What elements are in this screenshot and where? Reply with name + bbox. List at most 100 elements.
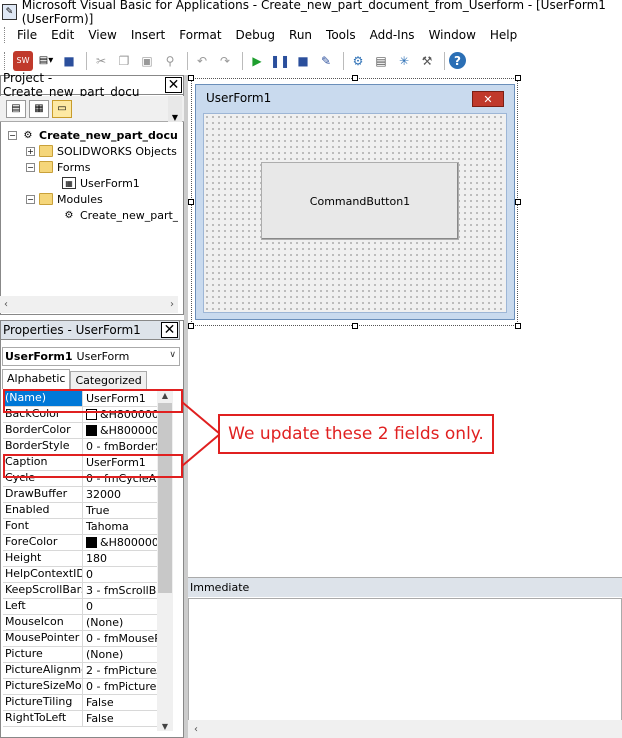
- menu-tools[interactable]: Tools: [326, 28, 356, 42]
- cut-icon[interactable]: ✂: [91, 51, 111, 71]
- userform-client-area[interactable]: CommandButton1: [203, 113, 507, 313]
- tree-node-module[interactable]: ⚙ Create_new_part_d: [62, 207, 178, 223]
- command-button[interactable]: CommandButton1: [261, 162, 459, 240]
- toggle-folders-icon[interactable]: ▭: [52, 99, 72, 118]
- property-value[interactable]: True: [83, 503, 157, 518]
- break-icon[interactable]: ❚❚: [270, 51, 290, 71]
- save-icon[interactable]: ■: [59, 51, 79, 71]
- reset-icon[interactable]: ■: [293, 51, 313, 71]
- property-value[interactable]: Tahoma: [83, 519, 157, 534]
- redo-icon[interactable]: ↷: [215, 51, 235, 71]
- property-row-picture[interactable]: Picture (None): [3, 647, 157, 663]
- property-value[interactable]: False: [83, 695, 157, 710]
- tree-node-userform1[interactable]: ▦ UserForm1: [62, 175, 140, 191]
- run-icon[interactable]: ▶: [247, 51, 267, 71]
- property-value[interactable]: 0 - fmBorderSt: [83, 439, 157, 454]
- tree-node-project[interactable]: − ⚙ Create_new_part_docu: [8, 127, 178, 143]
- property-row-font[interactable]: Font Tahoma: [3, 519, 157, 535]
- tree-node-modules[interactable]: − Modules: [26, 191, 103, 207]
- collapse-toggle[interactable]: −: [26, 194, 35, 204]
- close-project-explorer-button[interactable]: ✕: [165, 77, 182, 93]
- scrollbar-thumb[interactable]: [158, 403, 172, 593]
- collapse-toggle[interactable]: −: [8, 130, 17, 140]
- property-value[interactable]: 0: [83, 599, 157, 614]
- collapse-toggle[interactable]: −: [26, 162, 35, 172]
- userform-window[interactable]: UserForm1 ✕ CommandButton1: [195, 84, 515, 320]
- resize-handle[interactable]: [352, 323, 358, 329]
- resize-handle[interactable]: [188, 199, 194, 205]
- menu-run[interactable]: Run: [289, 28, 312, 42]
- scroll-down-arrow[interactable]: ▼: [157, 722, 173, 731]
- menu-insert[interactable]: Insert: [131, 28, 165, 42]
- toolbox-icon[interactable]: ⚒: [417, 51, 437, 71]
- menu-help[interactable]: Help: [490, 28, 517, 42]
- project-explorer-icon[interactable]: ⚙: [348, 51, 368, 71]
- menu-file[interactable]: File: [17, 28, 37, 42]
- help-icon[interactable]: ?: [449, 52, 466, 69]
- property-row-bordercolor[interactable]: BorderColor &H800000: [3, 423, 157, 439]
- menu-edit[interactable]: Edit: [51, 28, 74, 42]
- scroll-left-arrow[interactable]: ‹: [194, 724, 198, 735]
- property-value[interactable]: 180: [83, 551, 157, 566]
- menu-view[interactable]: View: [88, 28, 116, 42]
- object-selector[interactable]: UserForm1 UserForm ∨: [2, 347, 180, 366]
- property-row-drawbuffer[interactable]: DrawBuffer 32000: [3, 487, 157, 503]
- resize-handle[interactable]: [188, 75, 194, 81]
- property-value[interactable]: 2 - fmPictureAl: [83, 663, 157, 678]
- property-row-picturealignment[interactable]: PictureAlignmen2 - fmPictureAl: [3, 663, 157, 679]
- property-row-height[interactable]: Height 180: [3, 551, 157, 567]
- project-horizontal-scrollbar[interactable]: ‹ ›: [0, 296, 178, 313]
- property-value[interactable]: 0: [83, 567, 157, 582]
- menu-add-ins[interactable]: Add-Ins: [370, 28, 415, 42]
- property-row-forecolor[interactable]: ForeColor &H800000: [3, 535, 157, 551]
- menu-format[interactable]: Format: [179, 28, 221, 42]
- view-object-icon[interactable]: ▦: [29, 99, 49, 118]
- scroll-left-arrow[interactable]: ‹: [4, 299, 8, 310]
- paste-icon[interactable]: ▣: [137, 51, 157, 71]
- property-row-enabled[interactable]: Enabled True: [3, 503, 157, 519]
- properties-window-icon[interactable]: ▤: [371, 51, 391, 71]
- copy-icon[interactable]: ❐: [114, 51, 134, 71]
- property-value[interactable]: False: [83, 711, 157, 726]
- resize-handle[interactable]: [515, 75, 521, 81]
- undo-icon[interactable]: ↶: [192, 51, 212, 71]
- property-value[interactable]: 0 - fmMousePo: [83, 631, 157, 646]
- property-row-righttoleft[interactable]: RightToLeft False: [3, 711, 157, 727]
- property-row-borderstyle[interactable]: BorderStyle0 - fmBorderSt: [3, 439, 157, 455]
- expand-toggle[interactable]: +: [26, 146, 35, 156]
- design-mode-icon[interactable]: ✎: [316, 51, 336, 71]
- immediate-window[interactable]: [188, 598, 622, 738]
- property-value[interactable]: (None): [83, 647, 157, 662]
- property-row-left[interactable]: Left 0: [3, 599, 157, 615]
- resize-handle[interactable]: [515, 323, 521, 329]
- property-value[interactable]: &H800000: [83, 423, 157, 438]
- property-row-keepscrollbarsvisible[interactable]: KeepScrollBarsV3 - fmScrollBar: [3, 583, 157, 599]
- tab-categorized[interactable]: Categorized: [70, 371, 147, 389]
- property-value[interactable]: &H800000: [83, 535, 157, 550]
- solidworks-icon[interactable]: SW: [13, 50, 33, 71]
- property-row-mousepointer[interactable]: MousePointer0 - fmMousePo: [3, 631, 157, 647]
- close-icon[interactable]: ✕: [472, 91, 504, 107]
- project-scroll-arrow[interactable]: ▼: [168, 96, 182, 122]
- menu-window[interactable]: Window: [429, 28, 476, 42]
- tab-alphabetic[interactable]: Alphabetic: [2, 369, 71, 389]
- view-code-icon[interactable]: ▤: [6, 99, 26, 118]
- object-browser-icon[interactable]: ✳: [394, 51, 414, 71]
- property-value[interactable]: 0 - fmPictureSi: [83, 679, 157, 694]
- tree-node-forms[interactable]: − Forms: [26, 159, 90, 175]
- property-row-picturesizemode[interactable]: PictureSizeMode0 - fmPictureSi: [3, 679, 157, 695]
- resize-handle[interactable]: [352, 75, 358, 81]
- properties-vertical-scrollbar[interactable]: ▲ ▼: [157, 391, 173, 731]
- close-properties-button[interactable]: ✕: [161, 322, 178, 338]
- resize-handle[interactable]: [515, 199, 521, 205]
- menu-debug[interactable]: Debug: [236, 28, 275, 42]
- property-row-mouseicon[interactable]: MouseIcon (None): [3, 615, 157, 631]
- insert-userform-icon[interactable]: ▤▾: [36, 51, 56, 71]
- find-icon[interactable]: ⚲: [160, 51, 180, 71]
- property-value[interactable]: 32000: [83, 487, 157, 502]
- property-row-picturetiling[interactable]: PictureTiling False: [3, 695, 157, 711]
- property-value[interactable]: 3 - fmScrollBar: [83, 583, 157, 598]
- property-value[interactable]: (None): [83, 615, 157, 630]
- chevron-down-icon[interactable]: ∨: [169, 350, 176, 360]
- immediate-horizontal-scrollbar[interactable]: ‹: [188, 720, 622, 738]
